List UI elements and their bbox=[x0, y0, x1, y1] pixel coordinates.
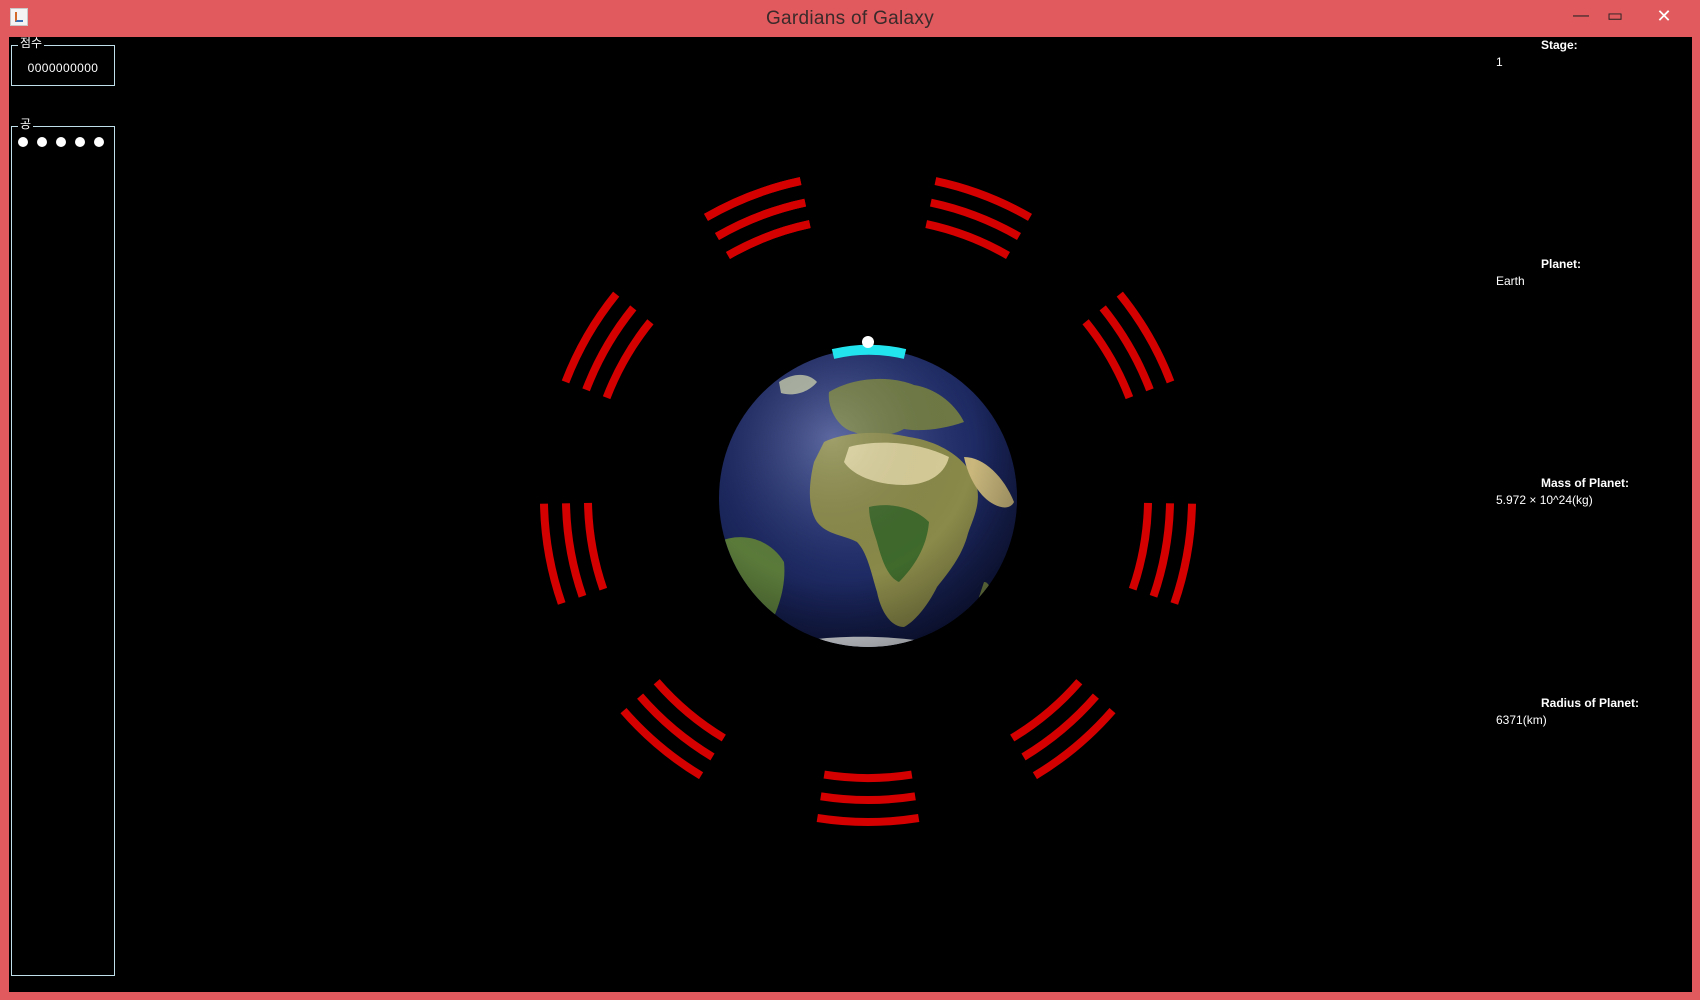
brick bbox=[934, 177, 1032, 221]
planet-value: Earth bbox=[1496, 274, 1525, 288]
game-ball bbox=[862, 336, 874, 348]
mass-label: Mass of Planet: bbox=[1541, 476, 1630, 490]
brick bbox=[1149, 503, 1174, 598]
stage-value: 1 bbox=[1496, 55, 1503, 69]
brick bbox=[726, 220, 811, 259]
planet-label: Planet: bbox=[1541, 257, 1582, 271]
brick bbox=[820, 792, 916, 804]
mass-value: 5.972 × 10^24(kg) bbox=[1496, 493, 1593, 507]
title-bar[interactable]: Gardians of Galaxy — ▭ ✕ bbox=[0, 0, 1700, 37]
game-viewport[interactable]: 점수 0000000000 공 Stage: 1 Planet: Earth M… bbox=[9, 37, 1692, 992]
brick bbox=[584, 502, 608, 591]
window-title: Gardians of Galaxy bbox=[765, 8, 935, 29]
brick bbox=[1010, 679, 1083, 742]
radius-value: 6371(km) bbox=[1496, 713, 1547, 727]
maximize-button[interactable]: ▭ bbox=[1598, 2, 1632, 30]
brick bbox=[653, 679, 726, 742]
paddle[interactable] bbox=[831, 344, 907, 359]
brick bbox=[540, 503, 566, 605]
earth-planet bbox=[719, 349, 1017, 647]
brick bbox=[1128, 502, 1152, 591]
brick bbox=[562, 503, 587, 598]
brick bbox=[1170, 503, 1196, 605]
brick bbox=[816, 814, 920, 826]
brick bbox=[925, 220, 1010, 259]
brick bbox=[823, 770, 913, 782]
radius-label: Radius of Planet: bbox=[1541, 696, 1640, 710]
stage-label: Stage: bbox=[1541, 38, 1578, 52]
close-button[interactable]: ✕ bbox=[1642, 2, 1686, 30]
game-canvas[interactable] bbox=[9, 37, 1692, 992]
minimize-button[interactable]: — bbox=[1564, 2, 1598, 30]
brick bbox=[704, 177, 802, 221]
